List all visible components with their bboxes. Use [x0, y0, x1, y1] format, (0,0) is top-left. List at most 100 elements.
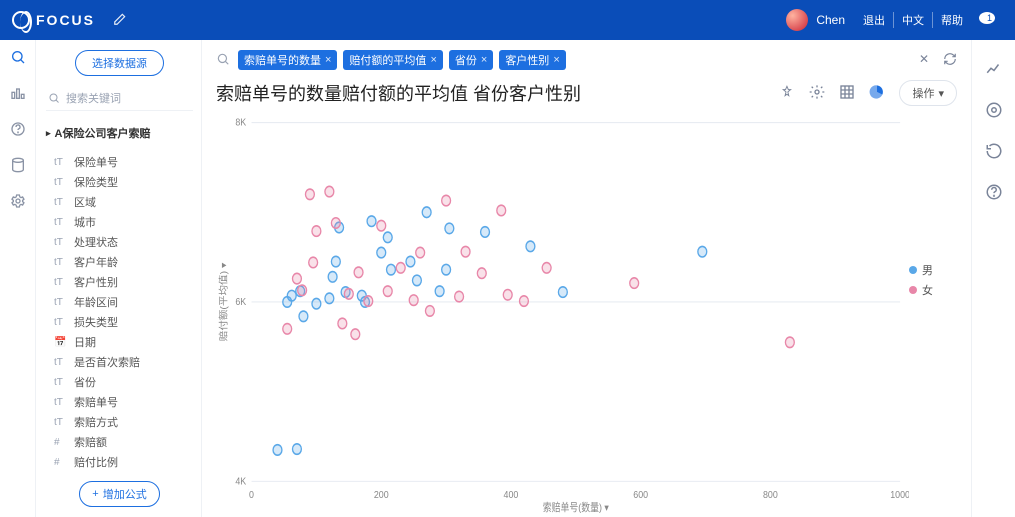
svg-text:6K: 6K: [235, 296, 246, 308]
field-type-icon: tT: [54, 317, 68, 328]
search-placeholder: 搜索关键词: [66, 90, 121, 106]
svg-text:4K: 4K: [235, 476, 246, 488]
query-search-icon[interactable]: [216, 52, 230, 69]
query-chip[interactable]: 客户性别×: [499, 50, 565, 70]
chip-remove-icon[interactable]: ×: [325, 54, 331, 66]
operate-button[interactable]: 操作▾: [899, 80, 957, 106]
left-rail: [0, 40, 36, 517]
field-item[interactable]: tT索赔方式: [46, 413, 193, 431]
svg-text:赔付额(平均值) ▾: 赔付额(平均值) ▾: [218, 263, 230, 342]
rail-chart-icon[interactable]: [9, 84, 27, 102]
svg-text:1000: 1000: [890, 490, 909, 502]
rail-help-icon[interactable]: [9, 120, 27, 138]
field-item[interactable]: tT损失类型: [46, 313, 193, 331]
config-icon[interactable]: [985, 101, 1003, 122]
field-type-icon: tT: [54, 297, 68, 308]
plus-icon: +: [92, 488, 98, 500]
refresh-icon[interactable]: [943, 52, 957, 69]
field-item[interactable]: tT城市: [46, 213, 193, 231]
user-block[interactable]: Chen: [786, 9, 845, 31]
chip-remove-icon[interactable]: ×: [430, 54, 436, 66]
table-icon[interactable]: [839, 84, 855, 103]
field-item[interactable]: tT省份: [46, 373, 193, 391]
brand-text: FOCUS: [36, 12, 95, 28]
right-rail: [971, 40, 1015, 517]
query-chips: 索赔单号的数量× 赔付额的平均值× 省份× 客户性别×: [238, 50, 911, 70]
field-item[interactable]: tT是否首次索赔: [46, 353, 193, 371]
field-item[interactable]: tT区域: [46, 193, 193, 211]
legend-item-male[interactable]: 男: [909, 262, 957, 278]
field-item[interactable]: tT年龄区间: [46, 293, 193, 311]
pie-icon[interactable]: [869, 84, 885, 103]
brand-logo[interactable]: FOCUS: [12, 11, 95, 29]
chip-remove-icon[interactable]: ×: [553, 54, 559, 66]
query-bar: 索赔单号的数量× 赔付额的平均值× 省份× 客户性别× ✕: [216, 50, 957, 70]
field-type-icon: tT: [54, 177, 68, 188]
link-logout[interactable]: 退出: [855, 12, 893, 28]
field-type-icon: tT: [54, 417, 68, 428]
search-input[interactable]: 搜索关键词: [46, 86, 193, 111]
field-type-icon: #: [54, 437, 68, 448]
field-item[interactable]: tT索赔单号: [46, 393, 193, 411]
svg-text:600: 600: [633, 490, 648, 502]
legend-item-female[interactable]: 女: [909, 282, 957, 298]
svg-text:200: 200: [374, 490, 389, 502]
field-list: tT保险单号tT保险类型tT区域tT城市tT处理状态tT客户年龄tT客户性别tT…: [46, 153, 193, 471]
clear-icon[interactable]: ✕: [919, 52, 929, 69]
rail-settings-icon[interactable]: [9, 192, 27, 210]
select-source-button[interactable]: 选择数据源: [75, 50, 164, 76]
query-chip[interactable]: 省份×: [449, 50, 493, 70]
svg-text:0: 0: [249, 490, 254, 502]
chart-title: 索赔单号的数量赔付额的平均值 省份客户性别: [216, 80, 769, 106]
link-help[interactable]: 帮助: [932, 12, 971, 28]
avatar: [786, 9, 808, 31]
chip-remove-icon[interactable]: ×: [481, 54, 487, 66]
legend: 男 女: [909, 112, 957, 513]
field-type-icon: tT: [54, 397, 68, 408]
edit-icon[interactable]: [113, 12, 127, 29]
field-item[interactable]: tT客户年龄: [46, 253, 193, 271]
reset-icon[interactable]: [985, 142, 1003, 163]
gear-icon[interactable]: [809, 84, 825, 103]
field-item[interactable]: tT保险类型: [46, 173, 193, 191]
field-item[interactable]: #赔付比例: [46, 453, 193, 471]
chart-type-icon[interactable]: [985, 60, 1003, 81]
svg-text:索赔单号(数量) ▾: 索赔单号(数量) ▾: [543, 500, 609, 513]
field-type-icon: #: [54, 457, 68, 468]
chart-canvas[interactable]: 4K6K8K02004006008001000索赔单号(数量) ▾赔付额(平均值…: [216, 112, 909, 513]
search-icon: [48, 92, 60, 104]
query-chip[interactable]: 索赔单号的数量×: [238, 50, 337, 70]
notif-badge[interactable]: 1: [971, 12, 1003, 28]
field-type-icon: tT: [54, 197, 68, 208]
user-name: Chen: [816, 13, 845, 27]
field-item[interactable]: #索赔额: [46, 433, 193, 451]
field-item[interactable]: tT客户性别: [46, 273, 193, 291]
field-item[interactable]: tT处理状态: [46, 233, 193, 251]
sidebar: 选择数据源 搜索关键词 A保险公司客户索赔 tT保险单号tT保险类型tT区域tT…: [36, 40, 202, 517]
title-bar: 索赔单号的数量赔付额的平均值 省份客户性别 操作▾: [216, 80, 957, 106]
field-type-icon: tT: [54, 257, 68, 268]
svg-text:800: 800: [763, 490, 778, 502]
field-type-icon: tT: [54, 377, 68, 388]
field-item[interactable]: 📅日期: [46, 333, 193, 351]
rail-db-icon[interactable]: [9, 156, 27, 174]
field-type-icon: tT: [54, 157, 68, 168]
add-formula-button[interactable]: + 增加公式: [79, 481, 159, 507]
query-chip[interactable]: 赔付额的平均值×: [343, 50, 442, 70]
rail-search-icon[interactable]: [9, 48, 27, 66]
pin-icon[interactable]: [779, 84, 795, 103]
top-links: 退出 中文 帮助 1: [855, 12, 1003, 28]
help2-icon[interactable]: [985, 183, 1003, 204]
field-type-icon: tT: [54, 217, 68, 228]
datasource-name[interactable]: A保险公司客户索赔: [46, 125, 193, 141]
svg-text:8K: 8K: [235, 117, 246, 129]
topbar: FOCUS Chen 退出 中文 帮助 1: [0, 0, 1015, 40]
field-type-icon: tT: [54, 357, 68, 368]
field-type-icon: tT: [54, 277, 68, 288]
link-lang[interactable]: 中文: [893, 12, 932, 28]
logo-icon: [12, 11, 30, 29]
field-type-icon: 📅: [54, 337, 68, 348]
field-item[interactable]: tT保险单号: [46, 153, 193, 171]
field-type-icon: tT: [54, 237, 68, 248]
chevron-down-icon: ▾: [938, 87, 944, 100]
